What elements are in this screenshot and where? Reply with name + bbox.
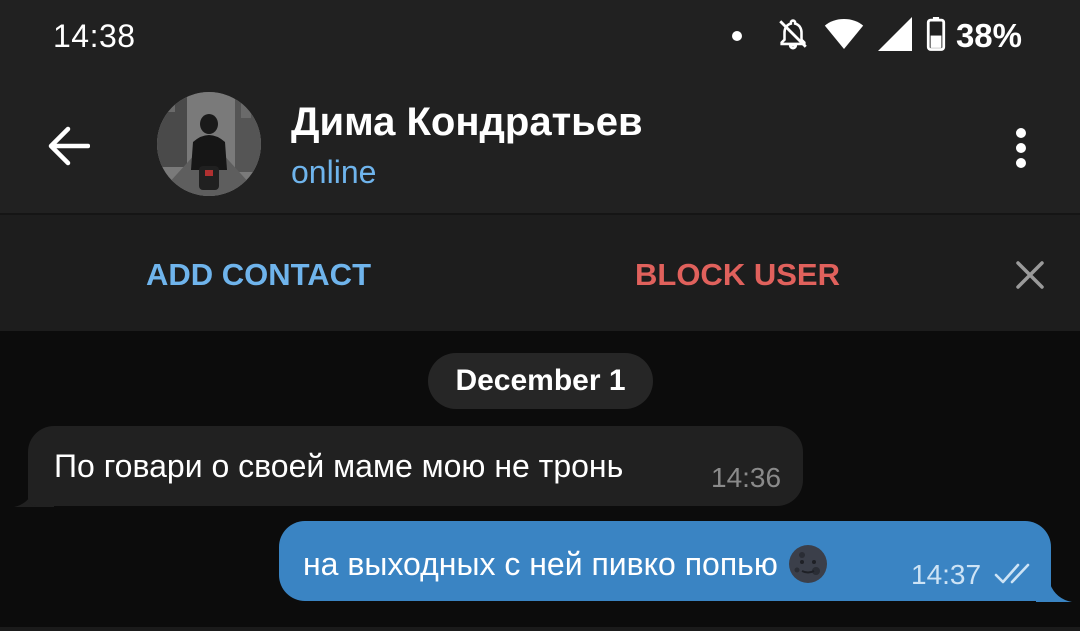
more-vertical-icon bbox=[1016, 128, 1026, 168]
block-user-button[interactable]: BLOCK USER bbox=[635, 257, 840, 293]
add-contact-button[interactable]: ADD CONTACT bbox=[146, 257, 371, 293]
telegram-chat-screen: 14:38 38% Дима Кондратьев online ADD CON… bbox=[0, 0, 1080, 631]
date-separator: December 1 bbox=[428, 353, 653, 409]
battery-icon bbox=[926, 16, 946, 56]
more-options-button[interactable] bbox=[996, 120, 1046, 176]
notification-dot-icon bbox=[731, 31, 742, 41]
signal-icon bbox=[877, 16, 912, 56]
message-time: 14:36 bbox=[711, 462, 782, 493]
double-check-icon bbox=[994, 563, 1030, 584]
wifi-icon bbox=[824, 17, 864, 56]
status-icons: 38% bbox=[731, 16, 1022, 56]
message-text-wrap: на выходных с ней пивко попью bbox=[303, 544, 828, 584]
new-moon-face-emoji bbox=[788, 545, 827, 583]
status-time: 14:38 bbox=[53, 18, 136, 54]
close-icon bbox=[1016, 261, 1044, 289]
incoming-message[interactable]: По говари о своей маме мою не тронь 14:3… bbox=[28, 426, 803, 506]
avatar-photo bbox=[157, 92, 261, 196]
contact-name[interactable]: Дима Кондратьев bbox=[291, 100, 643, 145]
message-list[interactable]: December 1 По говари о своей маме мою не… bbox=[0, 331, 1080, 631]
outgoing-message[interactable]: на выходных с ней пивко попью 14:37 bbox=[279, 521, 1051, 601]
arrow-left-icon bbox=[48, 126, 90, 166]
message-time: 14:37 bbox=[911, 559, 982, 590]
alarm-off-icon bbox=[776, 17, 810, 56]
status-bar: 14:38 38% bbox=[0, 0, 1080, 80]
contact-action-bar: ADD CONTACT BLOCK USER bbox=[0, 213, 1080, 331]
avatar[interactable] bbox=[157, 92, 261, 196]
back-button[interactable] bbox=[38, 116, 98, 176]
message-text: на выходных с ней пивко попью bbox=[303, 545, 778, 582]
battery-percent: 38% bbox=[955, 17, 1022, 54]
contact-status: online bbox=[291, 154, 377, 190]
message-text: По говари о своей маме мою не тронь bbox=[54, 448, 624, 484]
chat-header: Дима Кондратьев online bbox=[0, 80, 1080, 213]
close-action-bar-button[interactable] bbox=[1008, 253, 1052, 297]
divider bbox=[0, 627, 1080, 631]
